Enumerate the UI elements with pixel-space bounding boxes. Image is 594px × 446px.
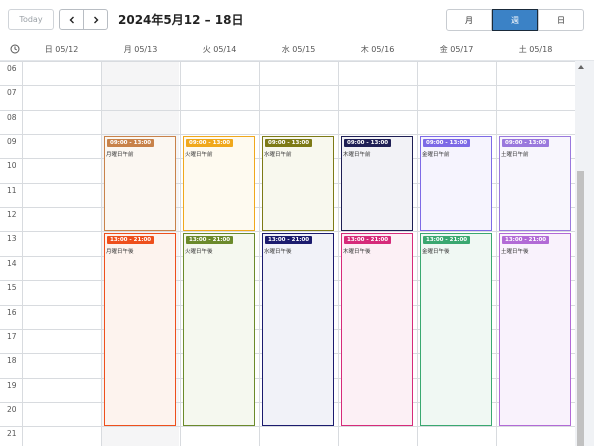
event-title: 火曜日午後 (185, 248, 213, 255)
calendar-event[interactable]: 13:00 - 21:00 土曜日午後 (499, 232, 571, 426)
event-title: 火曜日午前 (185, 151, 213, 158)
day-column-divider (417, 61, 418, 446)
event-time: 13:00 - 21:00 (344, 235, 392, 244)
day-column-divider (22, 61, 23, 446)
event-time: 09:00 - 13:00 (344, 138, 392, 147)
calendar-event[interactable]: 09:00 - 13:00 水曜日午前 (262, 135, 334, 231)
hour-label: 16 (7, 307, 17, 317)
event-title: 木曜日午後 (343, 248, 371, 255)
day-header-sun[interactable]: 日 05/12 (22, 44, 101, 55)
event-time: 13:00 - 21:00 (502, 235, 550, 244)
event-time: 13:00 - 21:00 (423, 235, 471, 244)
hour-label: 12 (7, 210, 17, 220)
nav-button-group (59, 9, 108, 30)
calendar-event[interactable]: 09:00 - 13:00 木曜日午前 (341, 135, 413, 231)
day-column-divider (180, 61, 181, 446)
hour-label: 14 (7, 258, 17, 268)
event-title: 月曜日午後 (106, 248, 134, 255)
hour-line (0, 109, 575, 111)
event-title: 金曜日午前 (422, 151, 450, 158)
hour-line (0, 85, 575, 87)
prev-week-button[interactable] (60, 10, 83, 29)
day-header-wed[interactable]: 水 05/15 (259, 44, 338, 55)
scroll-thumb[interactable] (577, 171, 584, 446)
day-column-divider (101, 61, 102, 446)
today-button[interactable]: Today (8, 9, 54, 30)
calendar-event[interactable]: 09:00 - 13:00 土曜日午前 (499, 135, 571, 231)
day-column-divider (259, 61, 260, 446)
calendar-event[interactable]: 09:00 - 13:00 金曜日午前 (420, 135, 492, 231)
event-title: 水曜日午前 (264, 151, 292, 158)
calendar-toolbar: Today 2024年5月12 – 18日 月 週 日 (0, 0, 594, 40)
event-time: 09:00 - 13:00 (107, 138, 155, 147)
event-time: 09:00 - 13:00 (423, 138, 471, 147)
hour-label: 19 (7, 380, 17, 390)
clock-icon (10, 44, 20, 54)
hour-label: 21 (7, 429, 17, 439)
event-time: 13:00 - 21:00 (186, 235, 234, 244)
event-title: 月曜日午前 (106, 151, 134, 158)
event-time: 09:00 - 13:00 (502, 138, 550, 147)
calendar-event[interactable]: 13:00 - 21:00 木曜日午後 (341, 232, 413, 426)
day-column-divider (338, 61, 339, 446)
calendar-event[interactable]: 13:00 - 21:00 水曜日午後 (262, 232, 334, 426)
chevron-right-icon (93, 16, 98, 23)
day-column-divider (496, 61, 497, 446)
day-header-row: 日 05/12 月 05/13 火 05/14 水 05/15 木 05/16 … (0, 40, 594, 61)
week-time-grid[interactable]: 06 07 08 09 10 11 12 13 14 15 16 17 18 19 20 21 09:00 - … (0, 61, 575, 446)
hour-label: 15 (7, 283, 17, 293)
hour-label: 06 (7, 64, 17, 73)
hour-label: 11 (7, 185, 17, 195)
event-title: 土曜日午前 (501, 151, 529, 158)
event-time: 13:00 - 21:00 (265, 235, 313, 244)
event-time: 13:00 - 21:00 (107, 235, 155, 244)
hour-label: 10 (7, 161, 17, 171)
calendar-event[interactable]: 13:00 - 21:00 火曜日午後 (183, 232, 255, 426)
view-switcher: 月 週 日 (446, 9, 585, 31)
hour-label: 18 (7, 356, 17, 366)
day-header-tue[interactable]: 火 05/14 (180, 44, 259, 55)
event-title: 土曜日午後 (501, 248, 529, 255)
event-time: 09:00 - 13:00 (265, 138, 313, 147)
next-week-button[interactable] (83, 10, 107, 29)
day-header-mon[interactable]: 月 05/13 (101, 44, 180, 55)
event-title: 木曜日午前 (343, 151, 371, 158)
day-header-thu[interactable]: 木 05/16 (338, 44, 417, 55)
month-view-button[interactable]: 月 (446, 9, 492, 31)
calendar-event[interactable]: 09:00 - 13:00 火曜日午前 (183, 135, 255, 231)
week-view-button[interactable]: 週 (492, 9, 538, 31)
hour-label: 20 (7, 404, 17, 414)
calendar-event[interactable]: 09:00 - 13:00 月曜日午前 (104, 135, 176, 231)
calendar-event[interactable]: 13:00 - 21:00 金曜日午後 (420, 232, 492, 426)
hour-line (0, 61, 575, 62)
day-view-button[interactable]: 日 (538, 9, 584, 31)
hour-label: 08 (7, 112, 17, 122)
chevron-left-icon (69, 16, 74, 23)
vertical-scrollbar[interactable] (576, 61, 586, 446)
day-header-fri[interactable]: 金 05/17 (417, 44, 496, 55)
calendar-event[interactable]: 13:00 - 21:00 月曜日午後 (104, 232, 176, 426)
date-range-title: 2024年5月12 – 18日 (118, 13, 244, 27)
scroll-up-arrow-icon[interactable] (578, 65, 584, 69)
hour-line (0, 426, 575, 428)
event-title: 金曜日午後 (422, 248, 450, 255)
hour-label: 17 (7, 331, 17, 341)
hour-label: 13 (7, 234, 17, 244)
hour-label: 09 (7, 137, 17, 147)
day-header-sat[interactable]: 土 05/18 (496, 44, 575, 55)
event-title: 水曜日午後 (264, 248, 292, 255)
event-time: 09:00 - 13:00 (186, 138, 234, 147)
hour-label: 07 (7, 88, 17, 98)
